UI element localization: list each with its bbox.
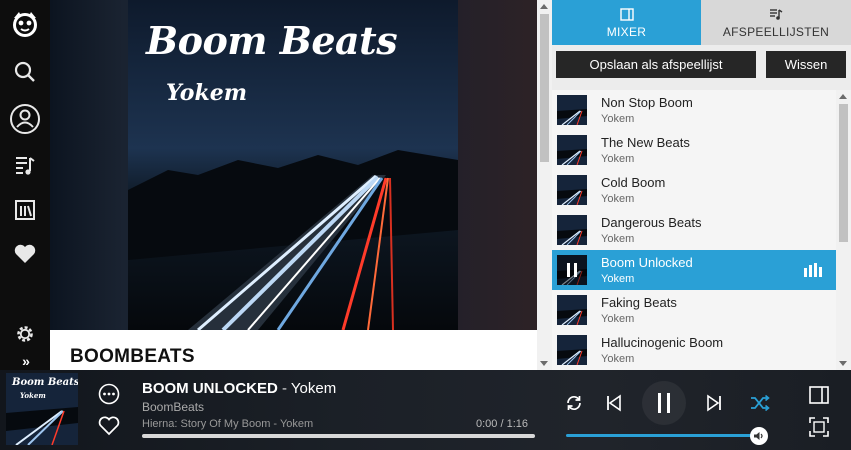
queue-item-thumbnail: [557, 295, 587, 325]
queue-item-title: Hallucinogenic Boom: [601, 335, 724, 350]
queue-item-artist: Yokem: [601, 233, 635, 245]
queue-item-artist: Yokem: [601, 113, 635, 125]
volume-icon: [754, 432, 763, 440]
track-time: 0:00 / 1:16: [476, 418, 528, 430]
queue-item-title: The New Beats: [601, 135, 690, 150]
now-playing-title: BOOM UNLOCKED - Yokem: [142, 380, 336, 397]
volume-knob[interactable]: [750, 427, 768, 445]
next-up-text: Hierna: Story Of My Boom - Yokem: [142, 418, 314, 430]
player-cover-title: Boom Beats: [12, 377, 78, 388]
queue-item-thumbnail: [557, 215, 587, 245]
queue-item[interactable]: Non Stop Boom Yokem: [552, 90, 836, 130]
main-content: Boom Beats Yokem BOOMBEATS: [50, 0, 537, 370]
track-title[interactable]: BOOM UNLOCKED: [142, 380, 278, 397]
main-scrollbar[interactable]: [537, 0, 552, 370]
queue-item-title: Non Stop Boom: [601, 95, 693, 110]
title-separator: -: [277, 380, 291, 397]
fullscreen-icon[interactable]: [806, 415, 832, 439]
queue-item-artist: Yokem: [601, 353, 635, 365]
library-icon[interactable]: [0, 192, 50, 228]
tab-playlists[interactable]: AFSPEELLIJSTEN: [701, 0, 851, 45]
queue-item-title: Faking Beats: [601, 295, 677, 310]
cover-title: Boom Beats: [146, 18, 398, 63]
queue-scroll-thumb[interactable]: [839, 104, 848, 242]
queue-item-thumbnail: [557, 175, 587, 205]
track-artist[interactable]: Yokem: [291, 380, 336, 397]
queue-item-thumbnail: [557, 135, 587, 165]
next-track-icon[interactable]: [702, 392, 726, 414]
search-icon[interactable]: [0, 54, 50, 90]
heart-icon[interactable]: [0, 236, 50, 272]
queue-item[interactable]: Cold Boom Yokem: [552, 170, 836, 210]
queue-scroll-down-arrow[interactable]: [839, 361, 847, 366]
scroll-thumb[interactable]: [540, 14, 549, 162]
queue-item-thumbnail: [557, 335, 587, 365]
settings-icon[interactable]: [0, 316, 50, 352]
album-hero: Boom Beats Yokem: [50, 0, 537, 330]
scroll-up-arrow[interactable]: [540, 4, 548, 9]
napster-logo-icon[interactable]: [0, 6, 50, 42]
queue-panel: MIXER AFSPEELLIJSTEN Opslaan als afspeel…: [552, 0, 851, 370]
album-title: BOOMBEATS: [70, 346, 195, 367]
repeat-icon[interactable]: [563, 392, 585, 414]
scroll-down-arrow[interactable]: [540, 361, 548, 366]
progress-bar[interactable]: [142, 434, 535, 438]
expand-nav-button[interactable]: »: [0, 352, 50, 370]
queue-item-active[interactable]: Boom Unlocked Yokem: [552, 250, 836, 290]
pause-icon: [658, 393, 670, 413]
volume-slider[interactable]: [566, 434, 762, 437]
queue-item[interactable]: Hallucinogenic Boom Yokem: [552, 330, 836, 370]
profile-icon[interactable]: [0, 101, 50, 137]
tab-playlists-label: AFSPEELLIJSTEN: [722, 25, 830, 39]
pause-button[interactable]: [642, 381, 686, 425]
previous-track-icon[interactable]: [602, 392, 626, 414]
save-as-playlist-button[interactable]: Opslaan als afspeellijst: [556, 51, 756, 78]
tab-mixer[interactable]: MIXER: [552, 0, 701, 45]
mixer-icon: [619, 6, 634, 22]
favorite-heart-icon[interactable]: [97, 414, 121, 438]
queue-item-artist: Yokem: [601, 193, 635, 205]
playlist-icon[interactable]: [0, 147, 50, 183]
cover-artist: Yokem: [166, 80, 247, 106]
player-cover[interactable]: Boom Beats Yokem: [6, 373, 78, 445]
player-bar: Boom Beats Yokem BOOM UNLOCKED - Yokem B…: [0, 370, 851, 450]
equalizer-icon: [804, 263, 822, 282]
queue-item[interactable]: The New Beats Yokem: [552, 130, 836, 170]
queue-item-title: Boom Unlocked: [601, 255, 693, 270]
queue-item-title: Dangerous Beats: [601, 215, 702, 230]
tab-mixer-label: MIXER: [606, 25, 647, 39]
queue-item[interactable]: Dangerous Beats Yokem: [552, 210, 836, 250]
queue-item[interactable]: Faking Beats Yokem: [552, 290, 836, 330]
left-nav: »: [0, 0, 50, 370]
shuffle-icon[interactable]: [748, 392, 772, 414]
track-album[interactable]: BoomBeats: [142, 400, 204, 414]
album-cover: Boom Beats Yokem: [128, 0, 458, 330]
queue-scrollbar[interactable]: [836, 90, 851, 370]
more-options-icon[interactable]: [97, 382, 121, 406]
queue-item-title: Cold Boom: [601, 175, 666, 190]
clear-queue-button[interactable]: Wissen: [766, 51, 846, 78]
queue-pause-icon[interactable]: [557, 255, 587, 285]
panel-toggle-icon[interactable]: [806, 384, 832, 406]
queue-item-thumbnail: [557, 95, 587, 125]
queue-list: Non Stop Boom Yokem The New Beats Yokem Cold…: [552, 90, 836, 370]
queue-scroll-up-arrow[interactable]: [839, 94, 847, 99]
queue-item-artist: Yokem: [601, 273, 635, 285]
player-cover-artist: Yokem: [20, 391, 46, 400]
playlists-icon: [769, 6, 783, 22]
queue-item-artist: Yokem: [601, 313, 635, 325]
queue-item-artist: Yokem: [601, 153, 635, 165]
